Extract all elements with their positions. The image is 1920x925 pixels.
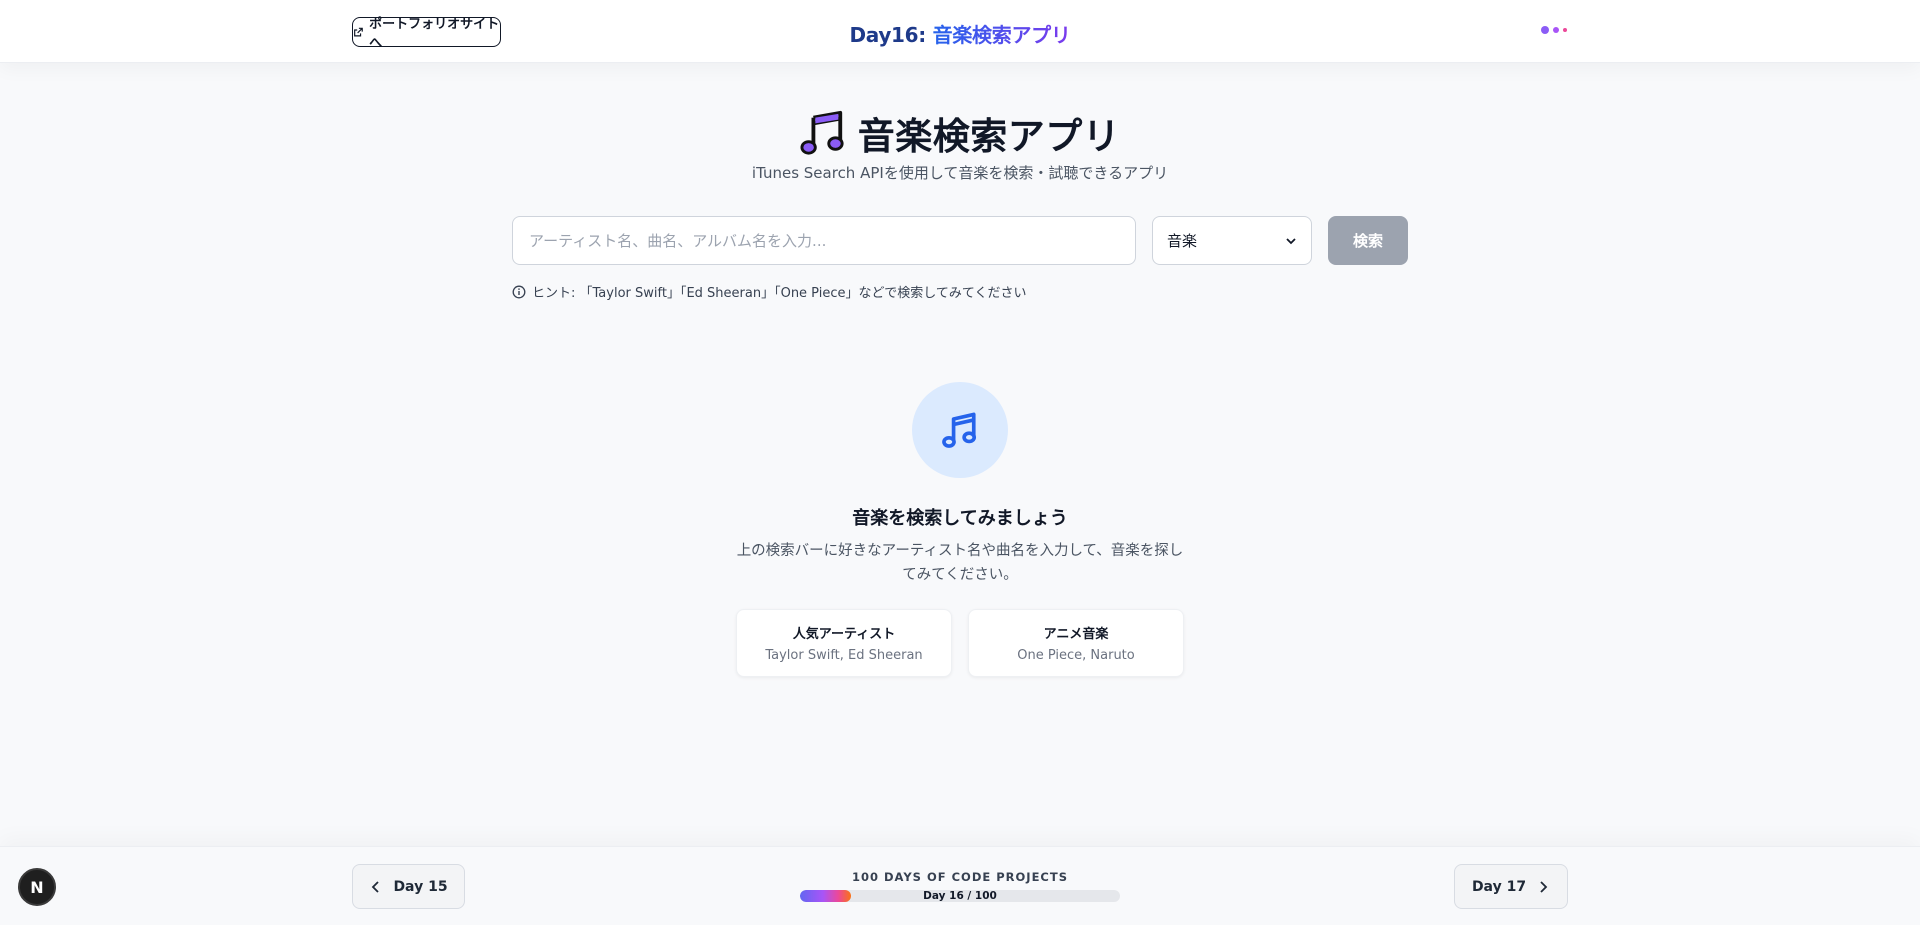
dot-1 <box>1541 26 1549 34</box>
search-type-select[interactable]: 音楽 <box>1152 216 1312 265</box>
top-header: ポートフォリオサイトへ Day16: 音楽検索アプリ <box>0 0 1920 63</box>
page-title: Day16: 音楽検索アプリ <box>0 19 1920 48</box>
search-type-selected: 音楽 <box>1167 232 1198 250</box>
progress-bar: Day 16 / 100 <box>800 890 1120 902</box>
nextjs-dev-badge[interactable]: N <box>18 868 56 906</box>
empty-state-title: 音楽を検索してみましょう <box>852 508 1068 529</box>
musical-notes-icon <box>800 110 846 156</box>
search-input[interactable] <box>512 216 1136 265</box>
suggestion-card-anime-music[interactable]: アニメ音楽 One Piece, Naruto <box>968 609 1184 677</box>
chevron-left-icon <box>372 880 380 893</box>
page-title-day: Day16: <box>849 23 933 47</box>
nextjs-badge-letter: N <box>30 877 44 897</box>
suggestion-card-title: アニメ音楽 <box>1043 627 1109 642</box>
suggestion-card-title: 人気アーティスト <box>792 627 896 642</box>
suggestion-card-subtitle: Taylor Swift, Ed Sheeran <box>765 648 923 663</box>
bottom-navigation: Day 15 100 DAYS OF CODE PROJECTS Day 16 … <box>0 846 1920 925</box>
chevron-right-icon <box>1540 880 1548 893</box>
music-note-icon <box>942 412 977 448</box>
empty-state-icon-circle <box>912 382 1008 478</box>
hero-title: 音楽検索アプリ <box>857 115 1121 158</box>
hero-subtitle: iTunes Search APIを使用して音楽を検索・試聴できるアプリ <box>751 164 1169 182</box>
chevron-down-icon <box>1286 237 1296 244</box>
hero-heading: 音楽検索アプリ <box>0 106 1920 160</box>
suggestion-card-popular-artists[interactable]: 人気アーティスト Taylor Swift, Ed Sheeran <box>736 609 952 677</box>
suggestion-card-subtitle: One Piece, Naruto <box>1017 648 1135 663</box>
search-hint-text: ヒント: 「Taylor Swift」「Ed Sheeran」「One Piec… <box>532 286 1027 301</box>
search-hint: ヒント: 「Taylor Swift」「Ed Sheeran」「One Piec… <box>512 282 1026 301</box>
next-day-button[interactable]: Day 17 <box>1454 864 1568 909</box>
prev-day-button[interactable]: Day 15 <box>352 864 465 909</box>
dot-3 <box>1563 28 1567 32</box>
dot-2 <box>1553 27 1559 33</box>
info-icon <box>512 285 526 298</box>
page-title-name: 音楽検索アプリ <box>932 23 1071 47</box>
progress-label: 100 DAYS OF CODE PROJECTS <box>852 870 1068 884</box>
progress-text: Day 16 / 100 <box>923 890 997 902</box>
next-day-label: Day 17 <box>1471 878 1527 895</box>
progress-section: 100 DAYS OF CODE PROJECTS Day 16 / 100 <box>800 870 1120 902</box>
prev-day-label: Day 15 <box>393 878 448 895</box>
decorative-dots <box>1541 26 1567 34</box>
empty-state-description: 上の検索バーに好きなアーティスト名や曲名を入力して、音楽を探してみてください。 <box>736 543 1184 583</box>
search-button[interactable]: 検索 <box>1328 216 1408 265</box>
